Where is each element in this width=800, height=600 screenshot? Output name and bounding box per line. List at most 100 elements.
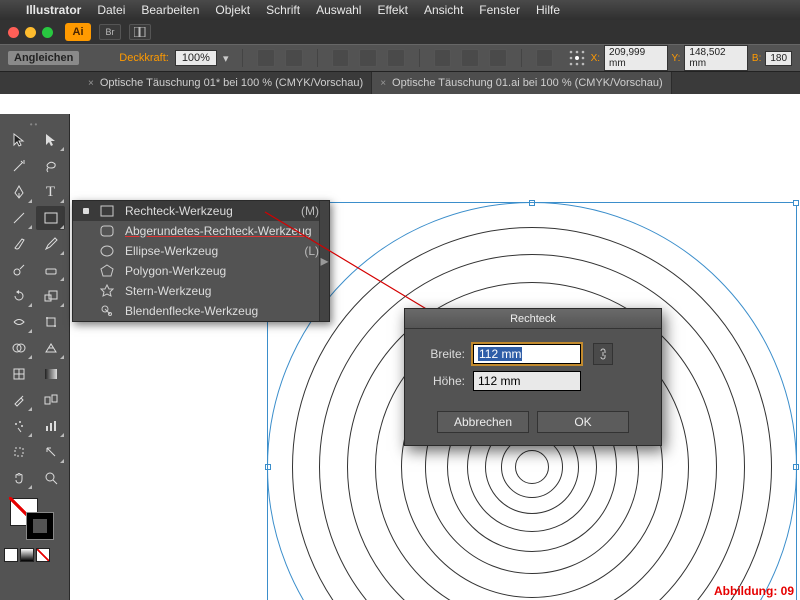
x-label: X: (591, 53, 600, 64)
menu-illustrator[interactable]: Illustrator (26, 3, 81, 17)
minimize-button[interactable] (25, 27, 36, 38)
selection-mode-label: Angleichen (8, 51, 79, 65)
rectangle-dialog: Rechteck Breite: 112 mm Höhe: 112 mm Abb… (404, 308, 662, 446)
menu-bearbeiten[interactable]: Bearbeiten (141, 3, 199, 17)
height-input[interactable]: 112 mm (473, 371, 581, 391)
arrange-docs-button[interactable] (129, 24, 151, 40)
none-mode-icon[interactable] (36, 548, 50, 562)
tools-panel: •• T (0, 114, 70, 600)
align-left-icon[interactable] (332, 49, 350, 67)
document-tab[interactable]: × Optische Täuschung 01.ai bei 100 % (CM… (372, 72, 672, 94)
b-field[interactable]: 180 (765, 51, 792, 66)
transform-icon[interactable] (536, 49, 554, 67)
align-right-icon[interactable] (387, 49, 405, 67)
hand-tool[interactable] (4, 466, 33, 490)
eyedropper-tool[interactable] (4, 388, 33, 412)
rectangle-tool[interactable] (36, 206, 65, 230)
free-transform-tool[interactable] (36, 310, 65, 334)
direct-selection-tool[interactable] (36, 128, 65, 152)
ellipse-icon (99, 244, 115, 258)
width-tool[interactable] (4, 310, 33, 334)
pen-tool[interactable] (4, 180, 33, 204)
rounded-rectangle-icon (99, 224, 115, 238)
lasso-tool[interactable] (36, 154, 65, 178)
width-input[interactable]: 112 mm (473, 344, 581, 364)
type-tool[interactable]: T (36, 180, 65, 204)
menu-objekt[interactable]: Objekt (215, 3, 250, 17)
control-bar: Angleichen Deckkraft: 100% ▾ X: 209,999 … (0, 44, 800, 72)
scale-tool[interactable] (36, 284, 65, 308)
document-tab[interactable]: × Optische Täuschung 01* bei 100 % (CMYK… (80, 72, 372, 94)
flyout-item-polygon[interactable]: Polygon-Werkzeug (73, 261, 329, 281)
magic-wand-tool[interactable] (4, 154, 33, 178)
reference-point-icon[interactable] (567, 48, 586, 68)
rotate-tool[interactable] (4, 284, 33, 308)
star-icon (99, 284, 115, 298)
menu-effekt[interactable]: Effekt (377, 3, 407, 17)
mesh-tool[interactable] (4, 362, 33, 386)
close-tab-icon[interactable]: × (380, 78, 386, 89)
paintbrush-tool[interactable] (4, 232, 33, 256)
traffic-lights (8, 27, 53, 38)
selected-dot-icon (83, 208, 89, 214)
menu-schrift[interactable]: Schrift (266, 3, 300, 17)
menu-datei[interactable]: Datei (97, 3, 125, 17)
flyout-label: Ellipse-Werkzeug (125, 244, 218, 258)
zoom-button[interactable] (42, 27, 53, 38)
style-icon[interactable] (257, 49, 275, 67)
y-field[interactable]: 148,502 mm (684, 45, 747, 71)
dialog-title[interactable]: Rechteck (405, 309, 661, 329)
tab-label: Optische Täuschung 01.ai bei 100 % (CMYK… (392, 77, 663, 89)
flyout-item-ellipse[interactable]: Ellipse-Werkzeug (L) (73, 241, 329, 261)
zoom-tool[interactable] (36, 466, 65, 490)
panel-grip-icon[interactable]: •• (4, 120, 65, 128)
fill-stroke-swatches[interactable] (4, 498, 65, 546)
pencil-tool[interactable] (36, 232, 65, 256)
opacity-field[interactable]: 100% (175, 50, 217, 66)
flyout-item-star[interactable]: Stern-Werkzeug (73, 281, 329, 301)
recolor-icon[interactable] (285, 49, 303, 67)
rectangle-icon (99, 204, 115, 218)
x-field[interactable]: 209,999 mm (604, 45, 667, 71)
align-hcenter-icon[interactable] (359, 49, 377, 67)
shape-tool-flyout: Rechteck-Werkzeug (M) Abgerundetes-Recht… (72, 200, 330, 322)
flyout-item-flare[interactable]: Blendenflecke-Werkzeug (73, 301, 329, 321)
slice-tool[interactable] (36, 440, 65, 464)
menu-hilfe[interactable]: Hilfe (536, 3, 560, 17)
gradient-mode-icon[interactable] (20, 548, 34, 562)
blend-tool[interactable] (36, 388, 65, 412)
menu-auswahl[interactable]: Auswahl (316, 3, 361, 17)
selection-tool[interactable] (4, 128, 33, 152)
close-tab-icon[interactable]: × (88, 78, 94, 89)
graph-tool[interactable] (36, 414, 65, 438)
eraser-tool[interactable] (36, 258, 65, 282)
symbol-sprayer-tool[interactable] (4, 414, 33, 438)
layout-icon (134, 27, 146, 37)
line-tool[interactable] (4, 206, 33, 230)
opacity-label: Deckkraft: (119, 52, 169, 64)
bridge-button[interactable]: Br (99, 24, 121, 40)
align-top-icon[interactable] (434, 49, 452, 67)
flyout-item-rounded-rectangle[interactable]: Abgerundetes-Rechteck-Werkzeug (73, 221, 329, 241)
menu-ansicht[interactable]: Ansicht (424, 3, 463, 17)
perspective-tool[interactable] (36, 336, 65, 360)
shape-builder-tool[interactable] (4, 336, 33, 360)
align-vcenter-icon[interactable] (461, 49, 479, 67)
opacity-chevron-icon[interactable]: ▾ (223, 52, 229, 65)
gradient-tool[interactable] (36, 362, 65, 386)
blob-brush-tool[interactable] (4, 258, 33, 282)
figure-caption: Abbildung: 09 (714, 584, 794, 598)
cancel-button[interactable]: Abbrechen (437, 411, 529, 433)
color-mode-icon[interactable] (4, 548, 18, 562)
close-button[interactable] (8, 27, 19, 38)
flyout-item-rectangle[interactable]: Rechteck-Werkzeug (M) (73, 201, 329, 221)
width-label: Breite: (419, 347, 465, 361)
align-bottom-icon[interactable] (489, 49, 507, 67)
flyout-tearoff-handle[interactable]: ▸ (319, 201, 329, 321)
stroke-swatch[interactable] (26, 512, 54, 540)
constrain-proportions-button[interactable] (593, 343, 613, 365)
ok-button[interactable]: OK (537, 411, 629, 433)
polygon-icon (99, 264, 115, 278)
artboard-tool[interactable] (4, 440, 33, 464)
menu-fenster[interactable]: Fenster (479, 3, 520, 17)
